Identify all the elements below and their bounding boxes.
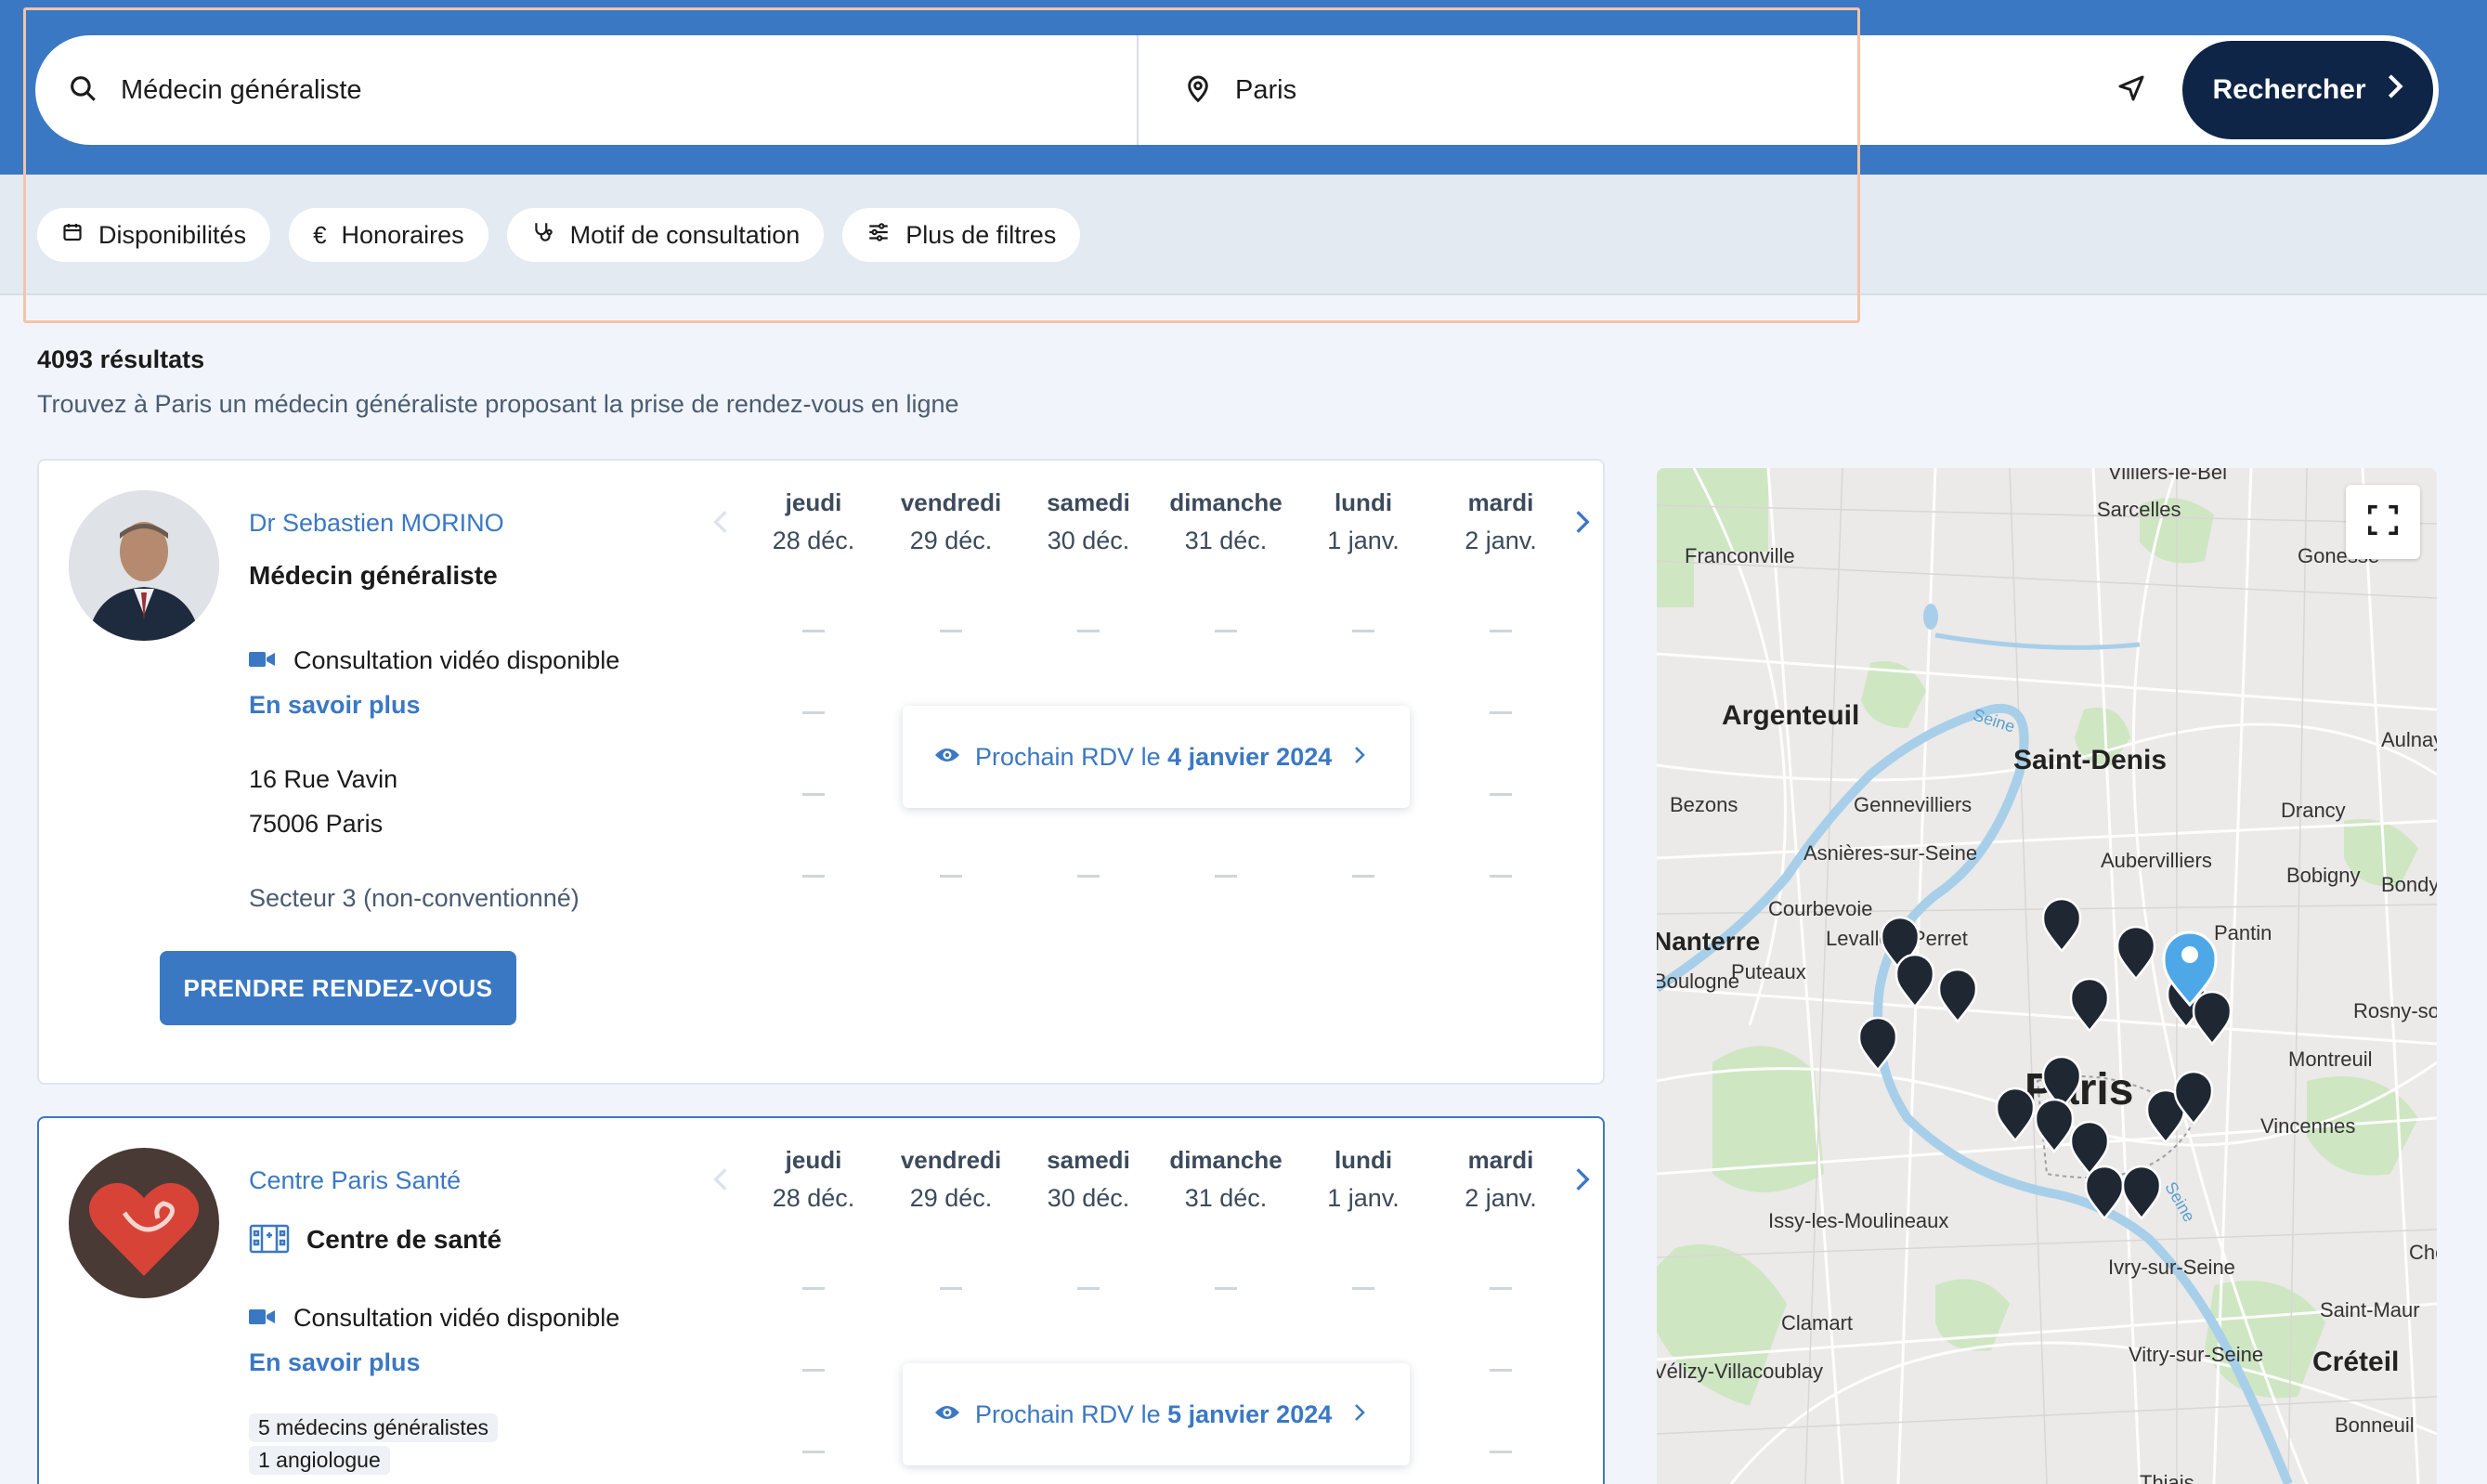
eye-icon (934, 1400, 960, 1429)
practitioner-tag: 1 angiologue (249, 1446, 390, 1475)
video-consultation-info: Consultation vidéo disponible (249, 1304, 619, 1333)
map-marker[interactable] (1937, 968, 1978, 1023)
sliders-icon (866, 220, 891, 251)
learn-more-link[interactable]: En savoir plus (249, 1348, 421, 1377)
map-marker[interactable] (2121, 1165, 2162, 1220)
next-appointment-label: Prochain RDV le 5 janvier 2024 (975, 1399, 1333, 1428)
fees-filter-label: Honoraires (341, 220, 464, 249)
map-marker[interactable] (1895, 953, 1935, 1009)
calendar-icon (61, 221, 84, 250)
address-line-1: 16 Rue Vavin (249, 765, 398, 793)
map-marker[interactable] (2192, 990, 2233, 1046)
more-filters-chip[interactable]: Plus de filtres (842, 208, 1081, 262)
fullscreen-button[interactable] (2346, 485, 2420, 559)
calendar-day: lundi 1 janv. (1327, 1146, 1400, 1212)
next-days-button[interactable] (1575, 1166, 1590, 1197)
center-type: Centre de santé (249, 1218, 501, 1260)
location-search-input[interactable]: Paris (1235, 75, 1296, 106)
video-camera-icon (249, 646, 275, 675)
location-pin-icon (1183, 72, 1213, 109)
health-center-card: Centre Paris Santé Centre de santé Consu… (37, 1116, 1605, 1484)
expand-icon (2365, 502, 2401, 542)
next-appointment-button[interactable]: Prochain RDV le 5 janvier 2024 (903, 1363, 1410, 1465)
doctor-name-link[interactable]: Dr Sebastien MORINO (249, 509, 504, 538)
book-appointment-button[interactable]: PRENDRE RENDEZ-VOUS (160, 951, 516, 1025)
results-map[interactable]: Villiers-le-Bel Sarcelles Franconville G… (1657, 468, 2437, 1484)
chevron-right-icon (1354, 743, 1366, 772)
next-appointment-label: Prochain RDV le 4 janvier 2024 (975, 742, 1333, 771)
map-marker[interactable] (1857, 1016, 1898, 1072)
fees-filter-chip[interactable]: € Honoraires (289, 208, 488, 262)
video-camera-icon (249, 1304, 275, 1333)
map-pins (1857, 897, 2233, 1220)
map-marker[interactable] (2116, 925, 2156, 981)
practitioner-tags: 5 médecins généralistes 1 angiologue (249, 1413, 499, 1475)
map-marker[interactable] (1995, 1087, 2036, 1142)
search-bar: Médecin généraliste Paris Rechercher (35, 35, 2439, 145)
specialty-label: Médecin généraliste (249, 561, 498, 590)
euro-icon: € (313, 220, 327, 249)
calendar-day: samedi 30 déc. (1047, 488, 1130, 554)
center-type-label: Centre de santé (306, 1224, 502, 1254)
learn-more-link[interactable]: En savoir plus (249, 691, 421, 720)
search-button-label: Rechercher (2212, 74, 2366, 105)
next-days-button[interactable] (1575, 509, 1590, 540)
search-button[interactable]: Rechercher (2182, 41, 2433, 139)
search-header: Médecin généraliste Paris Rechercher (0, 0, 2487, 175)
calendar-day: vendredi 29 déc. (900, 488, 1002, 554)
video-consultation-label: Consultation vidéo disponible (293, 1304, 620, 1332)
map-marker[interactable] (2041, 897, 2082, 953)
video-consultation-label: Consultation vidéo disponible (293, 646, 620, 674)
search-icon (67, 72, 98, 109)
geolocate-button[interactable] (2099, 73, 2164, 108)
previous-days-button[interactable] (713, 509, 728, 540)
doctor-card: Dr Sebastien MORINO Médecin généraliste … (37, 459, 1605, 1085)
center-name-link[interactable]: Centre Paris Santé (249, 1166, 461, 1195)
doctor-specialty: Médecin généraliste (249, 561, 498, 591)
navigation-arrow-icon (2116, 73, 2146, 108)
practitioner-tag: 5 médecins généralistes (249, 1413, 499, 1442)
eye-icon (934, 743, 960, 772)
results-subtitle: Trouvez à Paris un médecin généraliste p… (37, 390, 959, 418)
calendar-day: jeudi 28 déc. (772, 1146, 855, 1212)
calendar-day: dimanche 31 déc. (1169, 488, 1283, 554)
calendar-day: samedi 30 déc. (1047, 1146, 1130, 1212)
previous-days-button[interactable] (713, 1166, 728, 1197)
reason-filter-chip[interactable]: Motif de consultation (506, 208, 825, 262)
location-search-field[interactable]: Paris (1139, 35, 2099, 145)
address-line-2: 75006 Paris (249, 810, 384, 838)
map-marker[interactable] (2084, 1165, 2125, 1220)
calendar-day: lundi 1 janv. (1327, 488, 1400, 554)
avatar[interactable] (69, 490, 219, 641)
map-marker[interactable] (2069, 977, 2110, 1033)
stethoscope-icon (531, 220, 555, 251)
building-icon (249, 1218, 290, 1260)
calendar-day: jeudi 28 déc. (772, 488, 855, 554)
convention-sector: Secteur 3 (non-conventionné) (249, 884, 579, 912)
chevron-right-icon (2387, 73, 2403, 107)
specialty-search-field[interactable]: Médecin généraliste (35, 35, 1139, 145)
availability-filter-label: Disponibilités (98, 220, 247, 249)
calendar-day: mardi 2 janv. (1465, 1146, 1537, 1212)
next-appointment-button[interactable]: Prochain RDV le 4 janvier 2024 (903, 706, 1410, 808)
chevron-right-icon (1354, 1400, 1366, 1429)
calendar-day: vendredi 29 déc. (900, 1146, 1002, 1212)
map-marker[interactable] (2034, 1098, 2075, 1153)
calendar-day: mardi 2 janv. (1465, 488, 1537, 554)
more-filters-label: Plus de filtres (905, 220, 1057, 249)
reason-filter-label: Motif de consultation (569, 220, 801, 249)
video-consultation-info: Consultation vidéo disponible (249, 646, 619, 675)
availability-filter-chip[interactable]: Disponibilités (37, 208, 271, 262)
filter-bar: Disponibilités € Honoraires Motif de con… (0, 175, 2487, 295)
specialty-search-input[interactable]: Médecin généraliste (121, 75, 362, 106)
calendar-day: dimanche 31 déc. (1169, 1146, 1283, 1212)
results-count: 4093 résultats (37, 345, 205, 373)
avatar[interactable] (69, 1148, 219, 1298)
